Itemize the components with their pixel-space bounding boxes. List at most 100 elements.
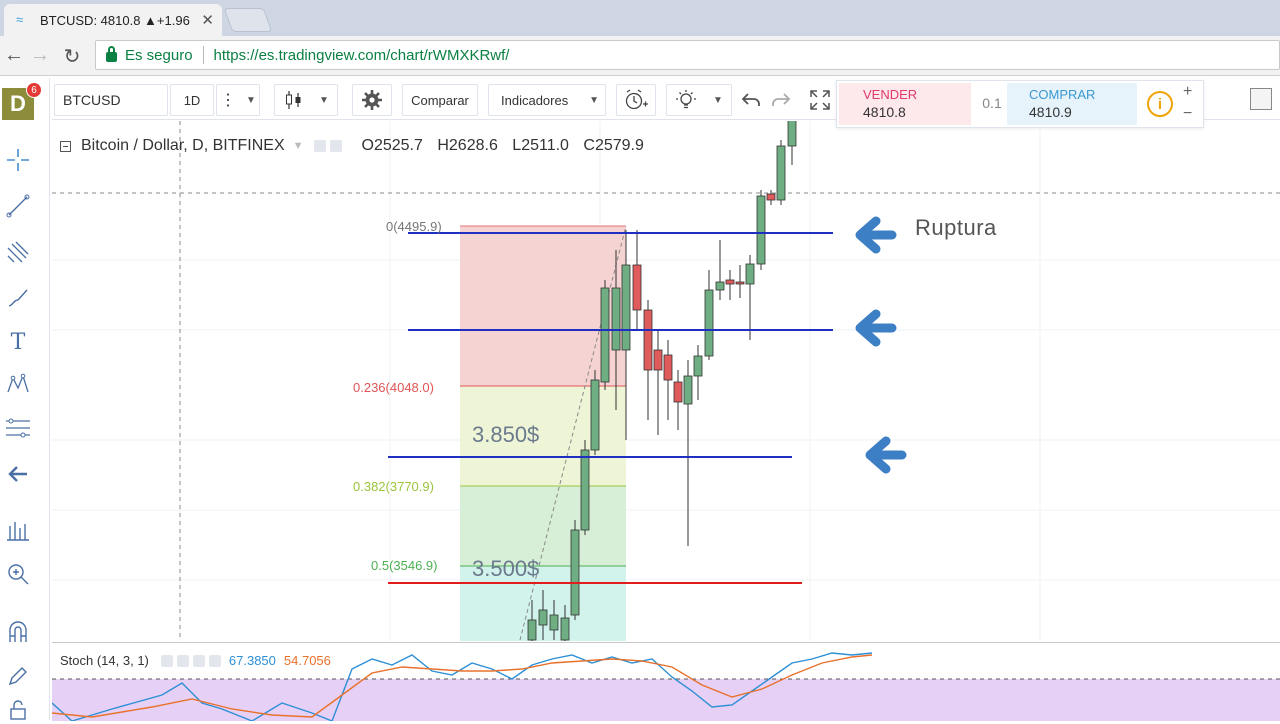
chevron-down-icon: ▼ (246, 94, 256, 106)
redo-button[interactable] (766, 84, 796, 116)
open-value: O2525.7 (361, 137, 423, 154)
candle-up (683, 375, 693, 405)
candle-up (611, 287, 621, 351)
candle-up (580, 449, 590, 531)
price-chart[interactable] (52, 121, 1280, 641)
buy-button[interactable]: COMPRAR 4810.9 (1007, 83, 1137, 125)
chart-legend: Bitcoin / Dollar, D, BITFINEX ▼ O2525.7 … (60, 137, 644, 155)
stoch-add-icon[interactable] (192, 654, 205, 667)
stoch-k-value: 67.3850 (228, 653, 276, 668)
zoom-icon[interactable] (4, 560, 32, 588)
arrow-left-icon-middle-shape (855, 309, 897, 347)
compare-button[interactable]: Comparar (402, 84, 478, 116)
candle-up (787, 121, 797, 147)
browser-tab[interactable]: ≈ BTCUSD: 4810.8 ▲+1.96 ✕ (4, 4, 222, 36)
back-icon[interactable]: ← (2, 44, 26, 67)
increase-quantity-button[interactable]: + (1183, 83, 1192, 101)
chevron-down-icon: ▼ (589, 94, 599, 106)
text-tool-icon[interactable]: T (4, 328, 32, 356)
candle-up (745, 263, 755, 285)
stoch-close-icon[interactable] (208, 654, 221, 667)
url-text: https://es.tradingview.com/chart/rWMXKRw… (213, 46, 510, 64)
candle-up (704, 289, 714, 357)
candle-up (527, 619, 537, 641)
stoch-visibility-icon[interactable] (160, 654, 173, 667)
collapse-legend-icon[interactable] (60, 140, 71, 152)
candle-up (590, 379, 600, 451)
candle-up (600, 287, 610, 383)
alert-button[interactable] (616, 84, 656, 116)
fib-retracement-icon[interactable] (4, 414, 32, 442)
arrow-back-icon[interactable] (4, 460, 32, 488)
legend-settings-icon[interactable] (329, 140, 342, 152)
forward-icon[interactable]: → (28, 44, 52, 67)
interval-button[interactable]: 1D (170, 84, 214, 116)
more-icon: ⋮ (220, 92, 237, 109)
spread-value: 0.1 (982, 95, 1002, 111)
candle-up (715, 281, 725, 291)
arrow-left-icon-support (865, 436, 907, 474)
legend-chevron-icon[interactable]: ▼ (293, 140, 304, 152)
candle-up (549, 614, 559, 631)
candle-up (621, 264, 631, 351)
alarm-clock-icon (625, 89, 648, 110)
lightbulb-icon (676, 90, 697, 109)
ideas-button[interactable]: ▼ (666, 84, 732, 116)
candle-down (725, 279, 735, 285)
avatar-letter: D (10, 91, 26, 116)
indicators-button[interactable]: Indicadores ▼ (488, 84, 606, 116)
url-field[interactable]: Es seguro https://es.tradingview.com/cha… (95, 40, 1280, 70)
high-value: H2628.6 (437, 137, 498, 154)
lock-icon (106, 46, 117, 62)
fib-level-0236-label: 0.236(4048.0) (353, 380, 434, 395)
pencil-lock-icon[interactable] (4, 662, 32, 690)
stochastic-pane[interactable]: Stoch (14, 3, 1) 67.3850 54.7056 (52, 642, 1280, 721)
compare-label: Comparar (411, 92, 469, 108)
breakout-label: Ruptura (915, 215, 997, 240)
chevron-down-icon: ▼ (713, 94, 723, 106)
stochastic-legend: Stoch (14, 3, 1) 67.3850 54.7056 (60, 653, 331, 668)
crosshair-icon[interactable] (4, 146, 32, 174)
fib-level-05-label: 0.5(3546.9) (371, 558, 438, 573)
gear-icon (362, 90, 382, 110)
trend-line-icon[interactable] (4, 192, 32, 220)
reload-icon[interactable]: ↻ (60, 44, 84, 69)
chart-canvas (52, 121, 1280, 641)
arrow-left-icon-breakout-shape (855, 216, 897, 254)
candle-up (560, 617, 570, 641)
chevron-down-icon: ▼ (319, 94, 329, 106)
right-panel-toggle[interactable] (1250, 88, 1272, 110)
candle-down (735, 281, 745, 285)
ohlc-values: O2525.7 H2628.6 L2511.0 C2579.9 (352, 137, 644, 155)
candle-down (643, 309, 653, 371)
arrow-left-icon-breakout (855, 216, 897, 254)
pattern-icon[interactable] (4, 370, 32, 398)
fullscreen-button[interactable] (804, 84, 836, 116)
close-tab-icon[interactable]: ✕ (201, 11, 214, 29)
low-value: L2511.0 (512, 137, 569, 154)
stoch-settings-icon[interactable] (176, 654, 189, 667)
pitchfork-icon[interactable] (4, 238, 32, 266)
candle-down (663, 354, 673, 381)
buy-label: COMPRAR (1029, 87, 1096, 102)
symbol-label: BTCUSD (63, 92, 121, 108)
undo-button[interactable] (736, 84, 766, 116)
visibility-icon[interactable] (313, 140, 326, 152)
arrow-left-icon-support-shape (865, 436, 907, 474)
sell-button[interactable]: VENDER 4810.8 (839, 83, 971, 125)
chart-type-button[interactable]: ▼ (274, 84, 338, 116)
notification-badge: 6 (26, 82, 42, 98)
new-tab-button[interactable] (223, 8, 273, 32)
interval-dropdown[interactable]: ⋮ ▼ (216, 84, 260, 116)
price-level-label-low: 3.500$ (472, 556, 540, 581)
sell-price: 4810.8 (863, 104, 906, 120)
magnet-icon[interactable] (4, 618, 32, 646)
brush-icon[interactable] (4, 284, 32, 312)
symbol-search-input[interactable]: BTCUSD (54, 84, 168, 116)
info-icon[interactable]: i (1147, 91, 1173, 117)
buy-price: 4810.9 (1029, 104, 1072, 120)
arrow-left-icon-middle (855, 309, 897, 347)
candle-up (756, 195, 766, 265)
chart-settings-button[interactable] (352, 84, 392, 116)
measure-icon[interactable] (4, 516, 32, 544)
